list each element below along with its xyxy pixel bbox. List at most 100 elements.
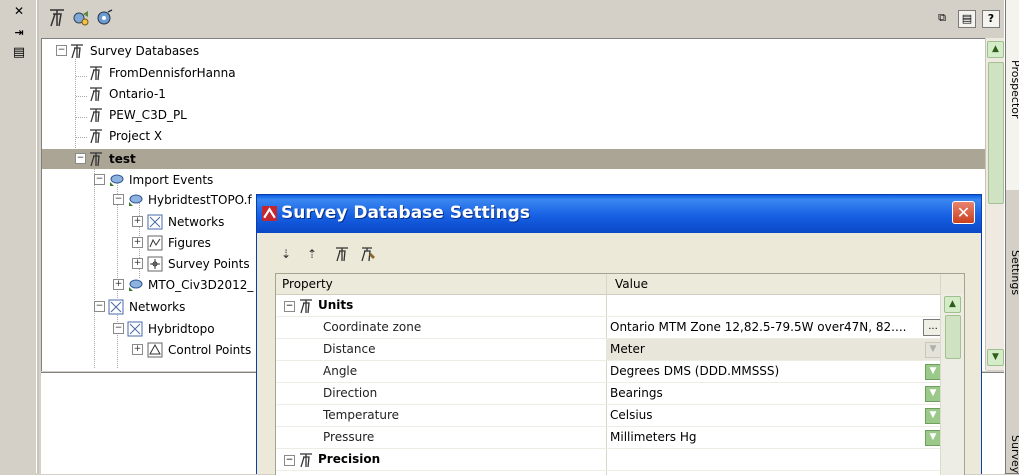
tree-scrollbar[interactable]: ▲ ▼ (985, 38, 1005, 370)
tree-label: MTO_Civ3D2012_ (148, 278, 254, 292)
tree-label: Import Events (129, 173, 214, 187)
tree-label: Ontario-1 (109, 87, 166, 101)
tree-label: Survey Databases (90, 44, 200, 58)
tree-node-database[interactable]: PEW_C3D_PL (42, 105, 342, 125)
palette-tabs: Prospector Settings Survey (1004, 0, 1019, 474)
dropdown-arrow-icon[interactable]: ▼ (925, 364, 941, 380)
survey-database-icon[interactable] (47, 8, 67, 28)
palette-title-strip: ✕ ⇥ ▤ (0, 0, 37, 473)
property-value[interactable]: Meter ▼ (606, 339, 944, 360)
property-value[interactable]: Bearings ▼ (606, 383, 944, 404)
scroll-up-icon[interactable]: ▲ (987, 41, 1004, 58)
dropdown-arrow-icon[interactable]: ▼ (925, 430, 941, 446)
category-precision[interactable]: − Precision (276, 449, 940, 471)
property-name: Coordinate zone (323, 320, 422, 334)
category-label: Precision (318, 452, 381, 466)
category-units[interactable]: − Units (276, 295, 940, 317)
tree-node-database[interactable]: Project X (42, 126, 342, 146)
item-view-button[interactable]: ▤ (958, 10, 976, 28)
tree-node-import-events[interactable]: − Import Events (42, 170, 342, 190)
property-row-distance[interactable]: Distance Meter ▼ (276, 339, 944, 361)
survey-database-icon (90, 152, 102, 167)
network-icon (127, 321, 143, 337)
scroll-thumb[interactable] (988, 62, 1004, 204)
grid-scrollbar[interactable]: ▲ (940, 294, 964, 475)
property-row-direction[interactable]: Direction Bearings ▼ (276, 383, 941, 405)
tab-settings[interactable]: Settings (1005, 190, 1019, 381)
survey-database-icon (90, 129, 102, 144)
survey-database-icon (90, 66, 102, 81)
tree-node-database[interactable]: Ontario-1 (42, 84, 342, 104)
import-event-icon (129, 279, 143, 291)
palette-menu-icon[interactable]: ▤ (11, 46, 27, 60)
column-header-value[interactable]: Value (615, 274, 648, 294)
property-name: Pressure (323, 430, 375, 444)
property-value[interactable]: Degrees DMS (DDD.MMSSS) ▼ (606, 361, 944, 382)
control-points-icon (147, 342, 163, 358)
units-category-icon (300, 299, 312, 314)
property-value[interactable]: Celsius ▼ (606, 405, 944, 426)
toggle-display-button[interactable]: ⧉ (934, 10, 950, 26)
equipment-database-icon[interactable] (71, 8, 91, 28)
networks-icon (108, 299, 124, 315)
dropdown-arrow-icon[interactable]: ▼ (925, 408, 941, 424)
scroll-thumb[interactable] (945, 315, 961, 359)
dropdown-arrow-icon: ▼ (925, 342, 941, 358)
scroll-down-icon[interactable]: ▼ (987, 349, 1004, 366)
tab-prospector[interactable]: Prospector (1005, 0, 1019, 191)
tree-label: Networks (129, 300, 186, 314)
survey-database-settings-dialog: Survey Database Settings ✕ ⇣ ⇡ Property … (256, 194, 982, 475)
property-name: Angle (323, 364, 358, 378)
scroll-up-icon[interactable]: ▲ (944, 296, 961, 313)
collapse-icon[interactable]: − (284, 301, 295, 312)
property-row-coordinate-zone[interactable]: Coordinate zone Ontario MTM Zone 12,82.5… (276, 317, 943, 339)
category-label: Units (318, 298, 354, 312)
property-value[interactable]: Millimeters Hg ▼ (606, 427, 944, 448)
tree-label: Project X (109, 129, 163, 143)
property-value[interactable]: Ontario MTM Zone 12,82.5-79.5W over47N, … (606, 317, 944, 338)
tree-node-database-test[interactable]: − test (42, 149, 342, 169)
precision-category-icon (300, 453, 312, 468)
tree-node-survey-databases[interactable]: − Survey Databases (42, 41, 986, 61)
expand-all-icon[interactable]: ⇣ (277, 245, 295, 263)
collapse-icon[interactable]: − (284, 455, 295, 466)
collapse-all-icon[interactable]: ⇡ (303, 245, 321, 263)
tree-label: FromDennisforHanna (109, 66, 236, 80)
app-icon (262, 206, 277, 221)
survey-settings-icon[interactable] (333, 245, 351, 263)
property-row-angle[interactable]: Angle Degrees DMS (DDD.MMSSS) ▼ (276, 361, 941, 383)
figures-icon (147, 235, 163, 251)
networks-icon (147, 214, 163, 230)
toolspace-toolbar: ⧉ ▤ ? (41, 0, 1004, 38)
tree-node-database[interactable]: FromDennisforHanna (42, 63, 342, 83)
auto-hide-icon[interactable]: ⇥ (11, 26, 27, 40)
column-header-property[interactable]: Property (282, 274, 333, 294)
import-events-icon (110, 174, 124, 186)
tree-label: Networks (168, 215, 225, 229)
close-palette-icon[interactable]: ✕ (11, 4, 27, 18)
tab-survey[interactable]: Survey (1005, 380, 1019, 474)
property-name: Direction (323, 386, 378, 400)
tree-label: PEW_C3D_PL (109, 108, 187, 122)
property-name: Distance (323, 342, 376, 356)
survey-database-icon (90, 108, 102, 123)
tree-label: Survey Points (168, 257, 250, 271)
dropdown-arrow-icon[interactable]: ▼ (925, 386, 941, 402)
survey-database-icon (90, 87, 102, 102)
tree-label: Control Points (168, 343, 252, 357)
property-grid: Property Value − Units Coordinate zone O… (275, 273, 965, 475)
dialog-title: Survey Database Settings (281, 203, 530, 223)
close-button[interactable]: ✕ (952, 201, 975, 224)
figure-prefix-database-icon[interactable] (95, 8, 115, 28)
palette-divider (36, 0, 39, 473)
tree-label: test (109, 152, 136, 166)
survey-databases-icon (71, 44, 83, 59)
dialog-title-bar[interactable]: Survey Database Settings ✕ (257, 195, 981, 233)
tree-label: Hybridtopo (148, 322, 215, 336)
help-button[interactable]: ? (982, 10, 1000, 28)
property-name: Temperature (323, 408, 400, 422)
property-row-pressure[interactable]: Pressure Millimeters Hg ▼ (276, 427, 941, 449)
import-event-icon (129, 194, 143, 206)
property-row-temperature[interactable]: Temperature Celsius ▼ (276, 405, 941, 427)
edit-settings-icon[interactable] (359, 245, 377, 263)
